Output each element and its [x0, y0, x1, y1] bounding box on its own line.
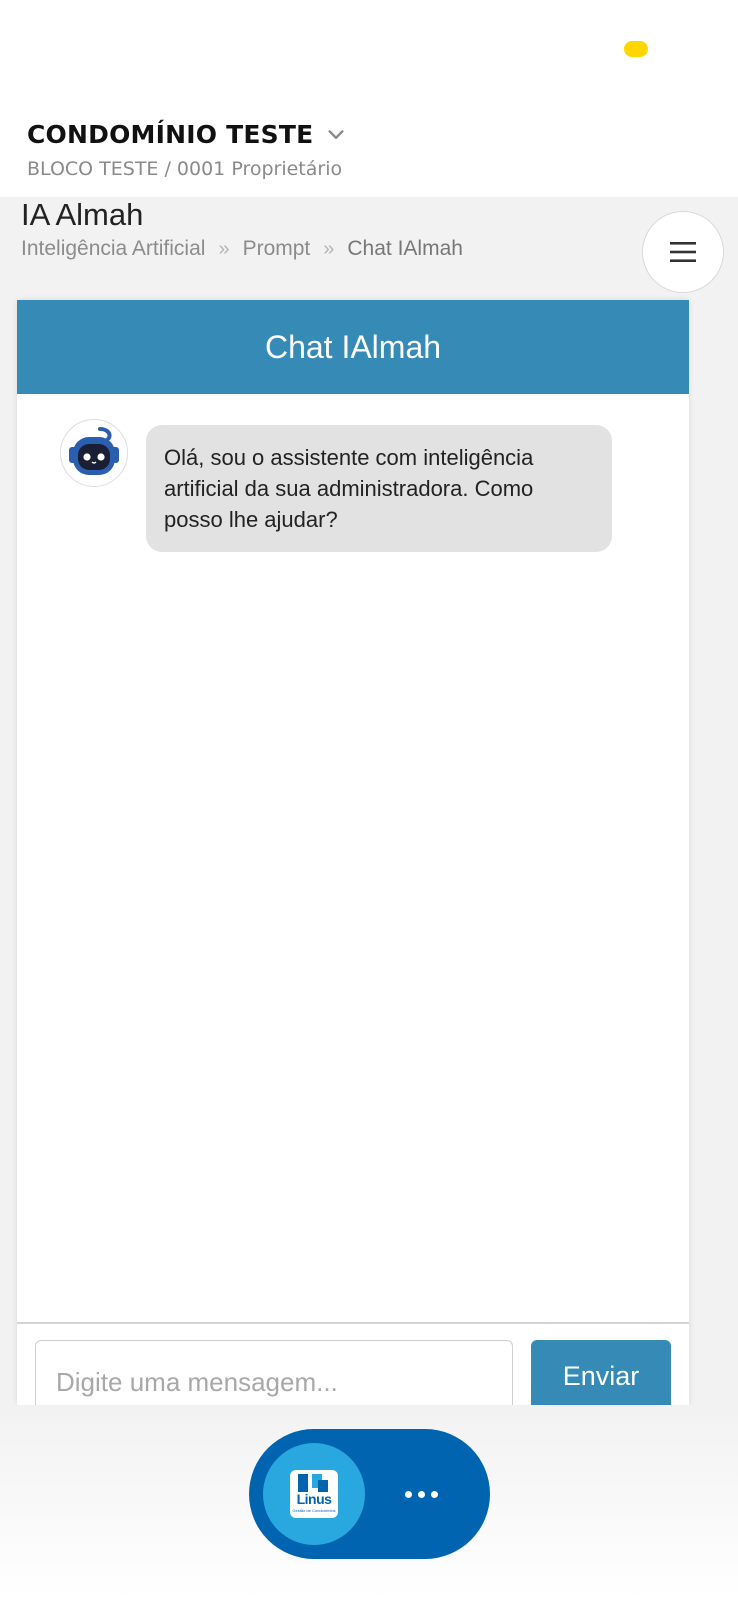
hamburger-menu-icon [670, 242, 696, 262]
chat-title: Chat IAlmah [264, 328, 442, 365]
more-dots-icon [404, 1490, 412, 1498]
breadcrumb: Inteligência Artificial » Prompt » Chat … [21, 237, 463, 261]
chat-card: Chat IAlmah Olá, sou o assistente com in… [17, 300, 689, 1424]
breadcrumb-item-current: Chat IAlmah [347, 237, 463, 260]
linus-home-button[interactable]: Linus Gestão de Condomínios [263, 1443, 365, 1545]
condo-name: CONDOMÍNIO TESTE [27, 120, 314, 149]
more-dots-icon [430, 1490, 438, 1498]
chat-header: Chat IAlmah [17, 300, 689, 394]
condo-selector[interactable]: CONDOMÍNIO TESTE [27, 120, 347, 149]
bot-message-bubble: Olá, sou o assistente com inteligência a… [146, 425, 612, 552]
breadcrumb-separator-icon: » [323, 237, 335, 260]
condo-header: CONDOMÍNIO TESTE BLOCO TESTE / 0001 Prop… [0, 100, 738, 197]
menu-button[interactable] [642, 211, 724, 293]
breadcrumb-separator-icon: » [218, 237, 230, 260]
bot-avatar [60, 419, 128, 487]
page-title: IA Almah [21, 197, 144, 232]
linus-logo: Linus Gestão de Condomínios [290, 1470, 338, 1518]
breadcrumb-item-ai[interactable]: Inteligência Artificial [21, 237, 205, 261]
more-options-button[interactable] [389, 1473, 453, 1515]
chat-message: Olá, sou o assistente com inteligência a… [60, 419, 612, 552]
status-indicator-dot [624, 41, 648, 57]
chevron-down-icon [328, 129, 344, 139]
divider [17, 1322, 689, 1324]
logo-text: Linus [296, 1491, 332, 1507]
breadcrumb-item-prompt[interactable]: Prompt [243, 237, 311, 261]
robot-avatar-icon [69, 427, 119, 475]
page-content: IA Almah Inteligência Artificial » Promp… [0, 197, 738, 1424]
floating-action-bar: Linus Gestão de Condomínios [249, 1429, 490, 1559]
logo-subtext: Gestão de Condomínios [292, 1508, 336, 1513]
more-dots-icon [417, 1490, 425, 1498]
unit-info: BLOCO TESTE / 0001 Proprietário [27, 158, 343, 180]
